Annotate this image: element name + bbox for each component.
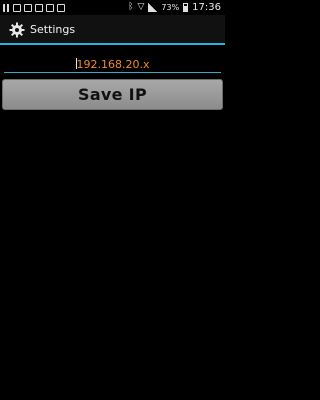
signal-icon — [148, 3, 158, 12]
battery-icon — [183, 3, 189, 12]
sim-card-icon — [13, 3, 21, 12]
status-bar: ᛒ ▽ 73% 17:36 — [0, 0, 225, 15]
image-icon — [24, 3, 32, 12]
ip-value-wrapper: 192.168.20.x — [75, 58, 150, 71]
action-bar-divider — [0, 43, 225, 45]
ip-value: 192.168.20.x — [76, 58, 150, 71]
notification-icons — [0, 3, 65, 12]
bluetooth-icon: ᛒ — [128, 2, 134, 12]
system-icons: ᛒ ▽ 73% 17:36 — [128, 2, 225, 13]
gear-icon — [9, 22, 25, 37]
pause-icon — [3, 3, 10, 12]
battery-percent: 73% — [161, 3, 180, 12]
clock: 17:36 — [192, 2, 221, 13]
save-ip-label: Save IP — [78, 85, 147, 104]
save-ip-button[interactable]: Save IP — [2, 79, 223, 110]
wifi-icon: ▽ — [137, 2, 145, 12]
action-bar: Settings — [0, 15, 225, 44]
ip-address-input[interactable]: 192.168.20.x — [4, 55, 221, 73]
message-icon — [35, 3, 43, 12]
calendar-icon — [46, 3, 54, 12]
photo-icon — [57, 3, 65, 12]
page-title: Settings — [30, 23, 76, 36]
